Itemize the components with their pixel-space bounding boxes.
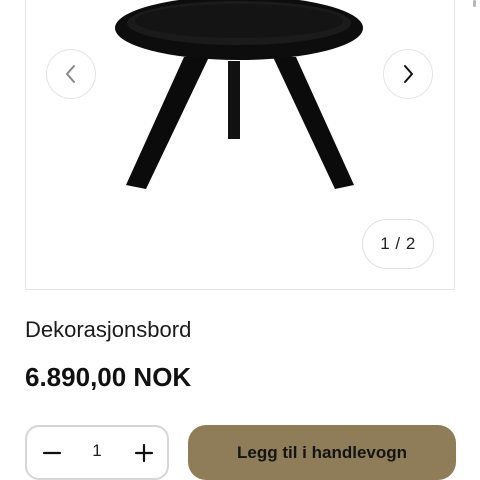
add-to-cart-button[interactable]: Legg til i handlevogn xyxy=(188,425,456,480)
product-price: 6.890,00 NOK xyxy=(25,362,192,392)
next-image-button[interactable] xyxy=(383,49,433,99)
quantity-stepper: 1 xyxy=(25,425,169,480)
product-title: Dekorasjonsbord xyxy=(25,317,192,342)
image-counter: 1 / 2 xyxy=(362,219,434,269)
minus-icon xyxy=(42,451,62,455)
decrease-quantity-button[interactable] xyxy=(35,436,69,470)
chevron-right-icon xyxy=(404,65,413,83)
product-gallery: 1 / 2 xyxy=(25,0,455,290)
chevron-left-icon xyxy=(66,65,75,83)
previous-image-button[interactable] xyxy=(46,49,96,99)
increase-quantity-button[interactable] xyxy=(127,436,161,470)
plus-icon xyxy=(134,443,154,463)
scrollbar[interactable] xyxy=(473,0,476,7)
quantity-input[interactable]: 1 xyxy=(79,441,115,461)
